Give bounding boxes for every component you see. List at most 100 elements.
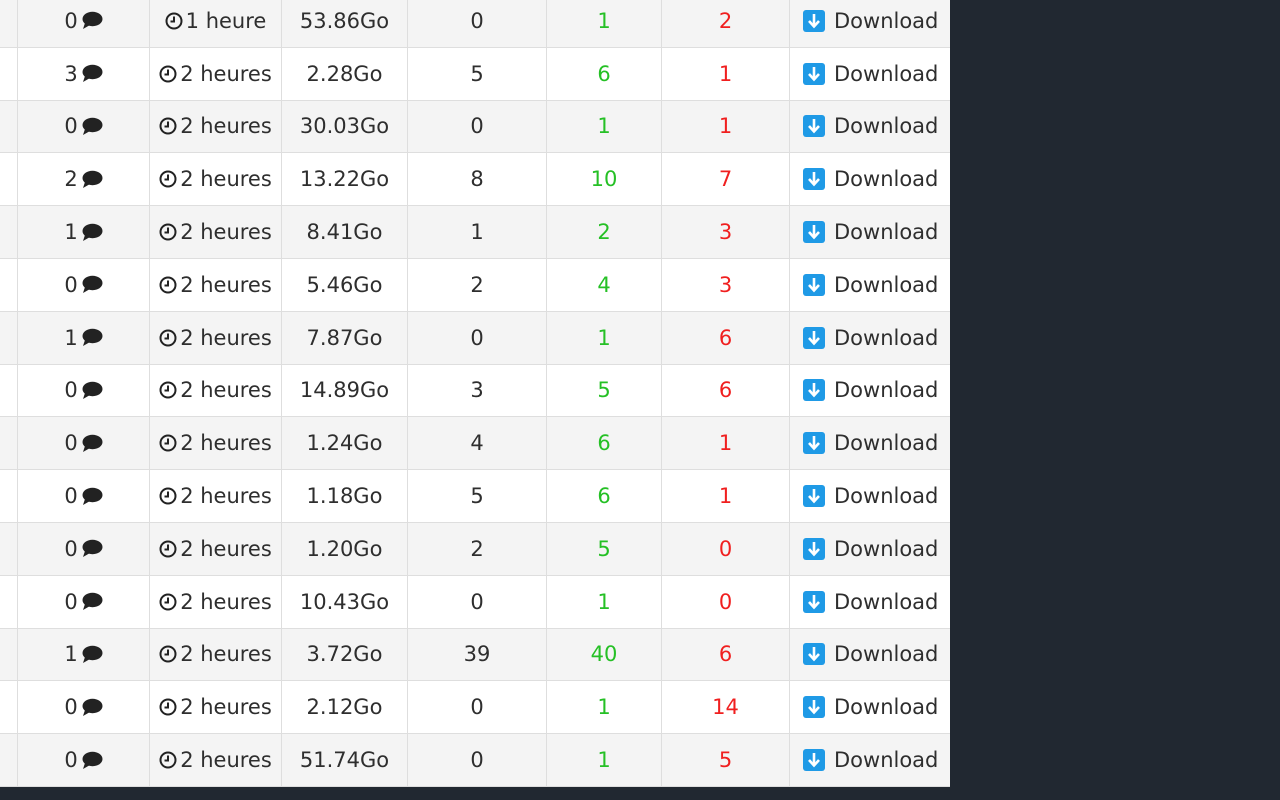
completed-cell: 8 [408, 153, 547, 206]
download-label[interactable]: Download [834, 484, 938, 508]
download-link[interactable]: Download [790, 523, 950, 575]
download-icon[interactable] [803, 273, 825, 296]
download-icon[interactable] [803, 221, 825, 244]
name-cell-edge [0, 628, 18, 681]
age-cell: 2 heures [150, 734, 282, 786]
completed-cell: 0 [408, 311, 547, 364]
leechers-cell: 7 [662, 153, 790, 206]
download-link[interactable]: Download [790, 417, 950, 469]
download-link[interactable]: Download [790, 101, 950, 153]
download-label[interactable]: Download [834, 273, 938, 297]
name-cell-edge [0, 258, 18, 311]
download-label[interactable]: Download [834, 748, 938, 772]
download-link[interactable]: Download [790, 153, 950, 205]
download-icon[interactable] [803, 9, 825, 32]
download-label[interactable]: Download [834, 62, 938, 86]
download-link[interactable]: Download [790, 48, 950, 100]
download-link[interactable]: Download [790, 0, 950, 47]
comments-cell[interactable]: 0 [18, 417, 150, 470]
download-icon[interactable] [803, 62, 825, 85]
comments-cell[interactable]: 0 [18, 0, 150, 47]
size-cell: 51.74Go [282, 734, 408, 786]
download-icon[interactable] [803, 115, 825, 138]
download-link[interactable]: Download [790, 681, 950, 733]
comments-count: 1 [64, 220, 78, 245]
download-link[interactable]: Download [790, 470, 950, 522]
download-icon[interactable] [803, 379, 825, 402]
download-label[interactable]: Download [834, 590, 938, 614]
completed-cell: 2 [408, 258, 547, 311]
comments-cell[interactable]: 1 [18, 628, 150, 681]
completed-cell: 39 [408, 628, 547, 681]
name-cell-edge [0, 100, 18, 153]
download-label[interactable]: Download [834, 326, 938, 350]
download-icon[interactable] [803, 537, 825, 560]
comments-cell[interactable]: 0 [18, 364, 150, 417]
leechers-cell: 3 [662, 206, 790, 258]
table-row: 0 2 heures 5.46Go 2 4 3 Download [0, 258, 950, 312]
age-text: 2 heures [180, 220, 272, 245]
size-cell: 14.89Go [282, 364, 408, 417]
age-cell: 2 heures [150, 311, 282, 364]
age-cell: 2 heures [150, 206, 282, 258]
size-cell: 2.28Go [282, 47, 408, 100]
download-link[interactable]: Download [790, 734, 950, 786]
download-label[interactable]: Download [834, 9, 938, 33]
comments-cell[interactable]: 0 [18, 734, 150, 786]
download-label[interactable]: Download [834, 114, 938, 138]
download-label[interactable]: Download [834, 695, 938, 719]
download-link[interactable]: Download [790, 206, 950, 258]
comments-cell[interactable]: 0 [18, 470, 150, 522]
download-label[interactable]: Download [834, 642, 938, 666]
comment-icon [81, 592, 103, 611]
table-row: 3 2 heures 2.28Go 5 6 1 Download [0, 47, 950, 101]
completed-cell: 5 [408, 470, 547, 522]
seeders-cell: 5 [547, 522, 662, 575]
download-link[interactable]: Download [790, 365, 950, 417]
comments-cell[interactable]: 0 [18, 100, 150, 153]
completed-cell: 0 [408, 575, 547, 628]
comments-count: 0 [64, 114, 78, 139]
leechers-cell: 14 [662, 681, 790, 734]
comments-cell[interactable]: 1 [18, 206, 150, 258]
clock-icon [159, 276, 177, 294]
comments-cell[interactable]: 0 [18, 575, 150, 628]
clock-icon [159, 434, 177, 452]
comments-cell[interactable]: 1 [18, 311, 150, 364]
download-icon[interactable] [803, 326, 825, 349]
comment-icon [81, 434, 103, 453]
download-icon[interactable] [803, 749, 825, 772]
download-icon[interactable] [803, 485, 825, 508]
download-link[interactable]: Download [790, 629, 950, 681]
name-cell-edge [0, 153, 18, 206]
leechers-cell: 1 [662, 417, 790, 470]
download-label[interactable]: Download [834, 537, 938, 561]
download-label[interactable]: Download [834, 167, 938, 191]
download-link[interactable]: Download [790, 576, 950, 628]
comments-cell[interactable]: 0 [18, 258, 150, 311]
download-icon[interactable] [803, 590, 825, 613]
comments-cell[interactable]: 2 [18, 153, 150, 206]
comments-cell[interactable]: 3 [18, 47, 150, 100]
download-icon[interactable] [803, 696, 825, 719]
download-icon[interactable] [803, 168, 825, 191]
size-cell: 3.72Go [282, 628, 408, 681]
download-label[interactable]: Download [834, 378, 938, 402]
age-text: 2 heures [180, 114, 272, 139]
completed-cell: 2 [408, 522, 547, 575]
download-link[interactable]: Download [790, 259, 950, 311]
table-row: 0 2 heures 10.43Go 0 1 0 Download [0, 575, 950, 629]
comments-cell[interactable]: 0 [18, 681, 150, 734]
download-icon[interactable] [803, 432, 825, 455]
comments-count: 0 [64, 536, 78, 561]
download-icon[interactable] [803, 643, 825, 666]
name-cell-edge [0, 681, 18, 734]
download-label[interactable]: Download [834, 220, 938, 244]
leechers-cell: 5 [662, 734, 790, 786]
comments-cell[interactable]: 0 [18, 522, 150, 575]
completed-cell: 3 [408, 364, 547, 417]
completed-cell: 0 [408, 681, 547, 734]
clock-icon [159, 751, 177, 769]
download-link[interactable]: Download [790, 312, 950, 364]
download-label[interactable]: Download [834, 431, 938, 455]
